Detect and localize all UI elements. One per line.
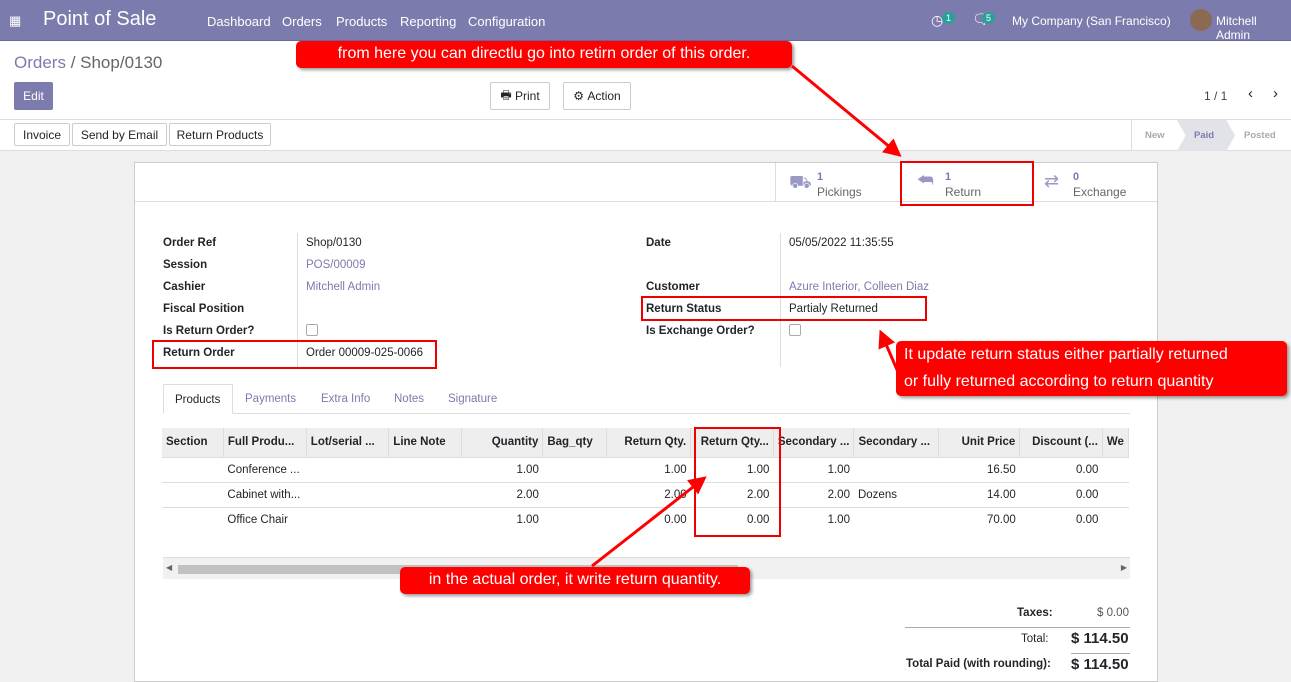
annotation-arrows bbox=[591, 64, 902, 568]
